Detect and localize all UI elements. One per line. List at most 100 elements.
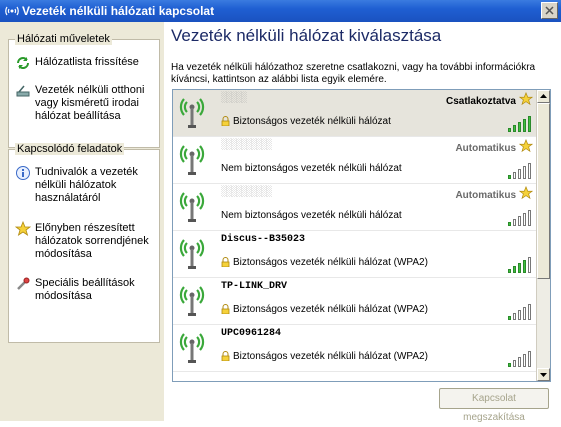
- security-label: Biztonságos vezeték nélküli hálózat (WPA…: [221, 257, 428, 268]
- scroll-up-button[interactable]: [537, 90, 550, 103]
- wireless-icon: [5, 6, 19, 16]
- settings-icon: [17, 277, 30, 290]
- signal-bar: [508, 175, 511, 179]
- connection-status: Automatikus: [455, 143, 516, 154]
- signal-bar: [508, 269, 511, 273]
- star-icon: [15, 221, 31, 236]
- network-ssid: ░░░░░░░░░░: [221, 187, 272, 198]
- network-list-item[interactable]: ░░░░░░░░░░ Automatikus Nem biztonságos vez…: [173, 184, 536, 231]
- signal-bar: [523, 260, 526, 273]
- signal-bar: [523, 213, 526, 226]
- security-label: Nem biztonságos vezeték nélküli hálózat: [221, 210, 402, 221]
- network-ssid: ░░░░░░░░░░: [221, 140, 272, 151]
- signal-bar: [513, 125, 516, 132]
- signal-bar: [518, 263, 521, 273]
- security-text: Biztonságos vezeték nélküli hálózat: [233, 116, 391, 127]
- window-title: Vezeték nélküli hálózati kapcsolat: [22, 4, 215, 18]
- lock-icon: [221, 257, 230, 268]
- main-area: Vezeték nélküli hálózat kiválasztása Ha …: [164, 22, 561, 423]
- task-panel: Hálózati műveletek Hálózatlista frissíté…: [0, 22, 164, 421]
- signal-bar: [528, 116, 531, 132]
- change-preferred-order-link[interactable]: Előnyben részesített hálózatok sorrendjé…: [15, 221, 155, 261]
- signal-bar: [523, 166, 526, 179]
- signal-strength-bars: [508, 114, 532, 132]
- signal-bar: [518, 122, 521, 132]
- refresh-icon: [17, 57, 29, 69]
- wireless-antenna-icon: [179, 192, 205, 222]
- security-label: Biztonságos vezeték nélküli hálózat (WPA…: [221, 351, 428, 362]
- signal-bar: [508, 363, 511, 367]
- close-icon: [545, 6, 554, 15]
- signal-strength-bars: [508, 349, 532, 367]
- wireless-antenna-icon: [179, 286, 205, 316]
- signal-bar: [513, 266, 516, 273]
- signal-bar: [528, 257, 531, 273]
- setup-wireless-network-link[interactable]: Vezeték nélküli otthoni vagy kisméretű i…: [15, 83, 155, 123]
- wireless-connection-window: Vezeték nélküli hálózati kapcsolat Hálóz…: [0, 0, 561, 423]
- network-list-item[interactable]: ░░░░░ Csatlakoztatva Biztonságos vezeték n…: [173, 90, 536, 137]
- scroll-down-button[interactable]: [537, 368, 550, 381]
- wireless-antenna-icon: [179, 333, 205, 363]
- signal-bar: [513, 313, 516, 320]
- signal-bar: [523, 307, 526, 320]
- task-label: Speciális beállítások módosítása: [35, 277, 135, 302]
- signal-strength-bars: [508, 255, 532, 273]
- connection-status: Csatlakoztatva: [445, 96, 516, 107]
- security-label: Biztonságos vezeték nélküli hálózat: [221, 116, 391, 127]
- preferred-star-icon: [519, 139, 533, 153]
- task-label: Tudnivalók a vezeték nélküli hálózatok h…: [35, 166, 138, 204]
- signal-bar: [513, 219, 516, 226]
- signal-bar: [528, 304, 531, 320]
- wireless-antenna-icon: [179, 98, 205, 128]
- signal-bar: [508, 128, 511, 132]
- wireless-antenna-icon: [179, 239, 205, 269]
- scroll-thumb[interactable]: [537, 103, 550, 279]
- security-label: Nem biztonságos vezeték nélküli hálózat: [221, 163, 402, 174]
- arrow-down-icon: [540, 373, 547, 377]
- task-label: Hálózatlista frissítése: [35, 56, 139, 68]
- title-bar[interactable]: Vezeték nélküli hálózati kapcsolat: [0, 0, 561, 22]
- preferred-star-icon: [519, 186, 533, 200]
- network-ssid: ░░░░░: [221, 93, 247, 104]
- page-description: Ha vezeték nélküli hálózathoz szeretne c…: [171, 62, 536, 85]
- learn-wireless-link[interactable]: Tudnivalók a vezeték nélküli hálózatok h…: [15, 165, 155, 204]
- disconnect-button[interactable]: Kapcsolat megszakítása: [439, 388, 549, 423]
- close-button[interactable]: [541, 2, 558, 19]
- security-text: Biztonságos vezeték nélküli hálózat (WPA…: [233, 351, 428, 362]
- network-list-item[interactable]: ░░░░░░░░░░ Automatikus Nem biztonságos vez…: [173, 137, 536, 184]
- preferred-star-icon: [519, 92, 533, 106]
- group-title: Kapcsolódó feladatok: [15, 143, 125, 155]
- wireless-antenna-icon: [179, 145, 205, 175]
- network-list-item[interactable]: Discus--B35023 Biztonságos vezeték nélkül…: [173, 231, 536, 278]
- signal-bar: [513, 360, 516, 367]
- lock-icon: [221, 304, 230, 315]
- signal-strength-bars: [508, 302, 532, 320]
- signal-bar: [528, 163, 531, 179]
- signal-bar: [528, 351, 531, 367]
- signal-bar: [518, 310, 521, 320]
- task-label: Előnyben részesített hálózatok sorrendjé…: [35, 222, 149, 260]
- setup-icon: [16, 85, 30, 97]
- signal-bar: [508, 222, 511, 226]
- signal-bar: [518, 169, 521, 179]
- signal-strength-bars: [508, 208, 532, 226]
- signal-bar: [523, 119, 526, 132]
- security-text: Nem biztonságos vezeték nélküli hálózat: [221, 210, 402, 221]
- network-list-item[interactable]: TP-LINK_DRV Biztonságos vezeték nélküli h…: [173, 278, 536, 325]
- network-tasks-group: Hálózati műveletek Hálózatlista frissíté…: [8, 33, 160, 148]
- network-ssid: UPC0961284: [221, 328, 282, 339]
- signal-bar: [518, 357, 521, 367]
- network-ssid: Discus--B35023: [221, 234, 306, 245]
- signal-bar: [513, 172, 516, 179]
- related-tasks-group: Kapcsolódó feladatok Tudnivalók a vezeté…: [8, 143, 160, 343]
- network-list[interactable]: ░░░░░ Csatlakoztatva Biztonságos vezeték n…: [172, 89, 551, 382]
- scrollbar[interactable]: [536, 90, 550, 381]
- network-list-item[interactable]: UPC0961284 Biztonságos vezeték nélküli há…: [173, 325, 536, 372]
- security-text: Nem biztonságos vezeték nélküli hálózat: [221, 163, 402, 174]
- network-ssid: TP-LINK_DRV: [221, 281, 288, 292]
- arrow-up-icon: [540, 94, 547, 98]
- advanced-settings-link[interactable]: Speciális beállítások módosítása: [15, 276, 155, 304]
- security-label: Biztonságos vezeték nélküli hálózat (WPA…: [221, 304, 428, 315]
- task-label: Vezeték nélküli otthoni vagy kisméretű i…: [35, 84, 145, 122]
- info-icon: [16, 166, 30, 180]
